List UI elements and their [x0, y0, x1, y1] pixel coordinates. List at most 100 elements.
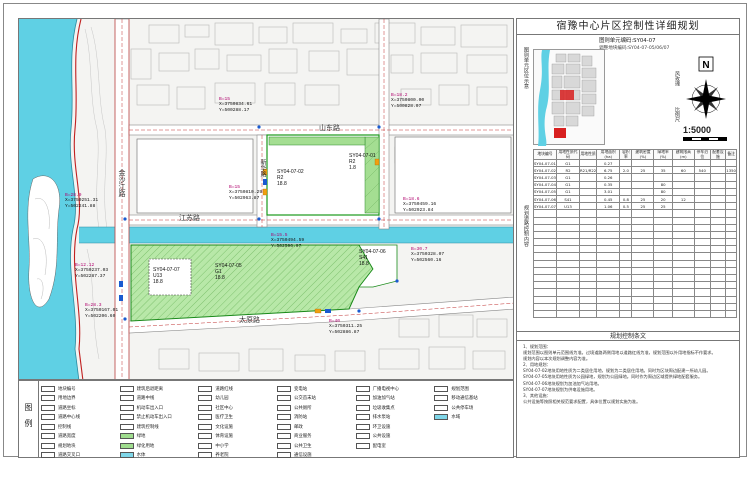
table-header-cell: 地块编号 — [533, 149, 557, 160]
table-cell: 60 — [671, 166, 695, 175]
legend-symbol — [119, 395, 134, 402]
table-cell — [693, 302, 711, 311]
table-cell — [578, 158, 598, 168]
table-cell — [533, 259, 557, 268]
map-number: 图则单元编码:SY04-07 — [599, 38, 656, 44]
legend-item: 垃圾收集点 — [355, 403, 433, 413]
table-cell — [693, 295, 711, 304]
coord-2: B=15 X=3750810.29 Y=502963.87 — [229, 185, 263, 201]
table-cell — [709, 223, 727, 232]
legend-item — [434, 422, 511, 432]
table-cell: 0.26 — [596, 173, 621, 182]
table-header-cell: 用地性质代码 — [555, 149, 580, 160]
table-cell — [725, 302, 737, 311]
legend-item — [356, 451, 433, 461]
legend-label: 环卫设施 — [372, 424, 391, 430]
legend-panel: 图例 地块编号 建筑后退距离 道路红线 变电站 广播电视中心 规划范围 用地边界 道路中线 幼儿… — [18, 380, 514, 461]
legend-item: 社区中心 — [198, 403, 275, 413]
legend-item: 道路宽度 — [41, 432, 118, 442]
table-cell — [653, 252, 673, 261]
table-cell — [693, 245, 711, 254]
table-cell — [653, 273, 673, 283]
table-cell: 0.8 — [619, 194, 633, 204]
table-cell — [533, 245, 557, 254]
table-row: SY04-07-03 G1 0.26 — [533, 173, 737, 182]
table-cell: 25 — [631, 194, 655, 204]
table-row — [533, 238, 737, 247]
legend-symbol — [198, 433, 213, 440]
legend-symbol — [276, 404, 291, 411]
table-cell: 25 — [653, 202, 673, 211]
legend-symbol — [355, 423, 370, 430]
plan-map[interactable]: SY04-07-02 R2 18.8 SY04-07-01 R2 1.8 SY04-07… — [18, 18, 514, 380]
table-cell — [533, 216, 557, 225]
table-cell — [725, 180, 737, 189]
table-cell — [619, 259, 633, 268]
table-row: SY04-07-04 G1 0.35 80 — [533, 180, 737, 189]
table-row: SY04-07-06 S41 0.45 0.8 25 20 12 — [533, 194, 737, 204]
coord-9: B=28.3 X=3750167.01 Y=502206.60 — [85, 303, 119, 319]
table-cell — [671, 187, 695, 196]
legend-label: 消防站 — [293, 415, 308, 421]
table-cell — [619, 187, 633, 196]
table-row — [533, 309, 737, 319]
legend-item: 水体 — [119, 451, 197, 461]
table-cell — [653, 173, 673, 182]
scale-label: 比例尺 — [674, 107, 680, 122]
legend-label: 公共卫生 — [293, 443, 312, 449]
legend-item — [434, 451, 511, 461]
table-cell: S41 — [555, 194, 580, 204]
table-header-cell: 建筑密度(%) — [631, 149, 655, 160]
legend-item: 道路中线 — [119, 394, 197, 404]
table-cell — [631, 252, 655, 261]
table-cell — [555, 209, 580, 218]
table-cell — [709, 252, 727, 261]
table-row — [533, 288, 737, 297]
table-cell: U13 — [555, 202, 580, 211]
legend-symbol — [41, 423, 55, 430]
legend-item: 水域 — [434, 413, 511, 423]
table-cell — [631, 281, 655, 290]
table-cell: 20 — [653, 194, 673, 204]
legend-symbol — [119, 442, 134, 449]
coord-4: B=28.9 X=3750251.31 Y=502241.88 — [65, 193, 99, 209]
table-cell — [725, 309, 737, 319]
table-cell — [533, 252, 557, 261]
table-cell — [709, 166, 727, 175]
table-cell: R21/R22 — [578, 166, 598, 175]
legend-label: 道路交叉口 — [58, 453, 80, 459]
table-cell: R2 — [555, 166, 580, 175]
legend-label: 道路坐标 — [58, 405, 76, 411]
legend-symbol — [119, 404, 134, 411]
table-cell — [693, 158, 711, 168]
legend-symbol — [276, 433, 291, 440]
table-cell — [578, 266, 598, 276]
table-row — [533, 273, 737, 283]
table-cell — [709, 266, 727, 276]
legend-item: 幼儿园 — [198, 394, 275, 404]
table-cell: 3.01 — [596, 187, 621, 196]
table-cell: 0.27 — [596, 158, 621, 168]
table-cell — [596, 295, 621, 304]
table-cell — [653, 245, 673, 254]
table-cell: 0.5 — [619, 202, 633, 211]
legend-symbol — [119, 385, 134, 392]
table-cell — [578, 302, 598, 311]
legend-item: 文化设施 — [198, 422, 275, 432]
table-cell — [725, 245, 737, 254]
table-cell — [555, 259, 580, 268]
table-row: SY04-07-01 G1 0.27 — [533, 158, 737, 168]
table-cell — [725, 281, 737, 290]
table-row — [533, 259, 737, 268]
table-cell — [693, 209, 711, 218]
table-cell — [578, 202, 598, 211]
table-cell: G1 — [555, 180, 580, 189]
legend-label: 道路宽度 — [58, 434, 76, 440]
table-cell: SY04-07-04 — [533, 180, 557, 189]
table-cell — [631, 173, 655, 182]
table-cell — [619, 209, 633, 218]
legend-title: 图例 — [19, 381, 39, 457]
legend-symbol — [276, 452, 291, 459]
table-cell: 540 — [693, 166, 711, 175]
table-cell — [631, 230, 655, 240]
